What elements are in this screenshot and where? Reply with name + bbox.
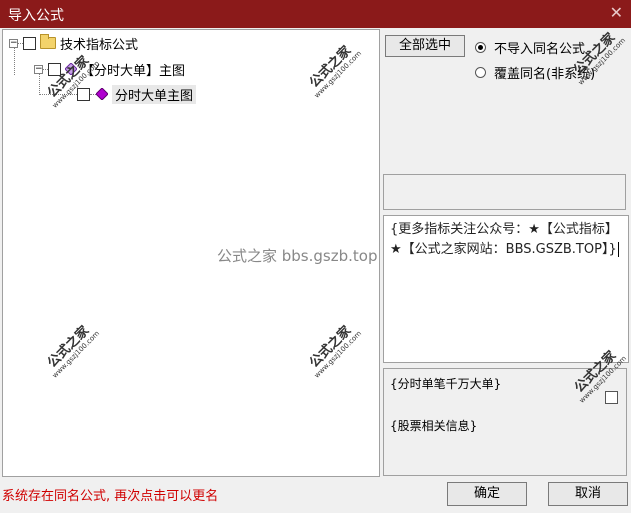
info-checkbox[interactable] xyxy=(605,391,618,404)
description-text: {更多指标关注公众号：★【公式指标】★【公式之家网站：BBS.GSZB.TOP】… xyxy=(390,222,618,257)
options-panel: 全部选中 不导入同名公式 覆盖同名(非系统) 公式之家 www.gszj100.c… xyxy=(383,29,629,174)
watermark-stamp: 公式之家 www.gszj100.com xyxy=(44,323,102,380)
group-checkbox[interactable] xyxy=(48,62,61,76)
confirm-button[interactable]: 确定 xyxy=(447,482,527,506)
description-textarea[interactable]: {更多指标关注公众号：★【公式指标】★【公式之家网站：BBS.GSZB.TOP】… xyxy=(383,215,629,363)
text-cursor xyxy=(617,242,619,257)
title-bar: 导入公式 ✕ xyxy=(0,0,631,28)
watermark-stamp: 公式之家 www.gszj100.com xyxy=(306,43,364,100)
status-message: 系统存在同名公式, 再次点击可以更名 xyxy=(2,489,219,504)
skip-same-name-option[interactable]: 不导入同名公式 xyxy=(475,38,585,57)
collapse-icon[interactable]: − xyxy=(34,64,43,74)
skip-same-name-label: 不导入同名公式 xyxy=(494,42,586,57)
tree-node-root[interactable]: − 技术指标公式 xyxy=(9,33,138,53)
close-icon[interactable]: ✕ xyxy=(610,3,623,22)
collapse-icon[interactable]: − xyxy=(9,38,18,48)
tree-node-item-label: 分时大单主图 xyxy=(112,84,197,104)
watermark-stamp: 公式之家 www.gszj100.com xyxy=(570,30,628,87)
window-title: 导入公式 xyxy=(8,8,64,24)
name-input[interactable] xyxy=(383,174,626,210)
tree-node-group[interactable]: − 【分时大单】主图 xyxy=(34,59,185,79)
formula-tree[interactable]: − 技术指标公式 − 【分时大单】主图 分时大单主图 公式之家 bbs.gszb… xyxy=(2,29,380,477)
select-all-button[interactable]: 全部选中 xyxy=(385,35,465,57)
cancel-button[interactable]: 取消 xyxy=(548,482,628,506)
radio-icon-selected[interactable] xyxy=(475,42,486,53)
formula-info-panel: {分时单笔千万大单} {股票相关信息} 公式之家 www.gszj100.com xyxy=(383,348,628,476)
info-line-2: {股票相关信息} xyxy=(390,419,478,433)
formula-item-icon xyxy=(96,88,108,100)
watermark-text: 公式之家 bbs.gszb.top xyxy=(217,247,378,265)
radio-icon[interactable] xyxy=(475,67,486,78)
root-checkbox[interactable] xyxy=(23,36,36,50)
info-line-1: {分时单笔千万大单} xyxy=(390,377,502,391)
watermark-stamp: 公式之家 www.gszj100.com xyxy=(306,323,364,380)
folder-icon xyxy=(40,34,56,49)
tree-node-root-label: 技术指标公式 xyxy=(60,37,139,53)
